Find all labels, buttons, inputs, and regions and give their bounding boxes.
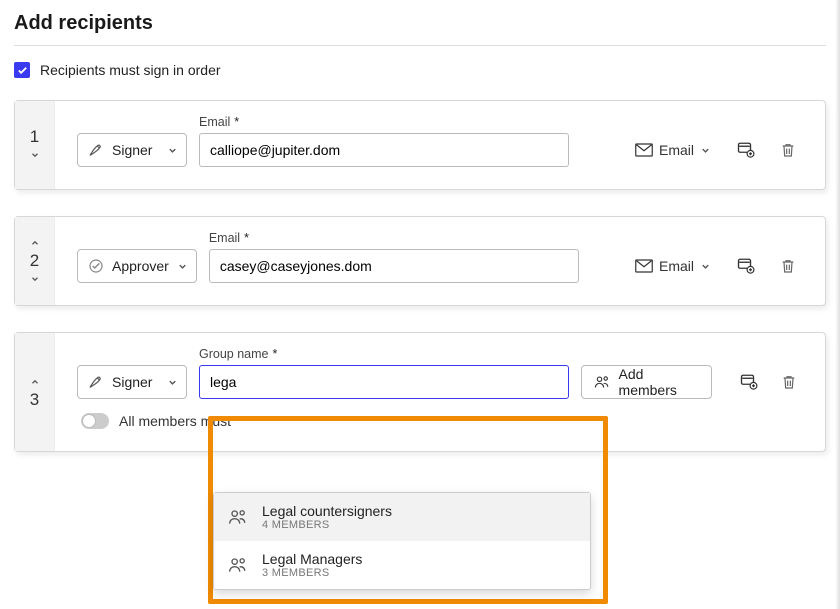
role-select[interactable]: Approver xyxy=(77,249,197,283)
all-members-label: All members must xyxy=(119,413,231,429)
group-icon xyxy=(228,508,248,526)
chevron-up-icon[interactable] xyxy=(30,377,40,387)
chevron-down-icon xyxy=(167,377,178,388)
order-handle[interactable]: 3 xyxy=(15,333,55,451)
group-icon xyxy=(228,556,248,574)
delete-button[interactable] xyxy=(773,249,803,283)
order-handle[interactable]: 2 xyxy=(15,217,55,305)
required-asterisk: * xyxy=(272,347,277,361)
check-icon xyxy=(17,65,28,76)
customize-icon xyxy=(737,141,755,159)
delivery-select[interactable]: Email xyxy=(627,249,719,283)
chevron-up-icon[interactable] xyxy=(30,238,40,248)
role-label: Approver xyxy=(112,258,169,274)
email-label: Email xyxy=(209,231,240,245)
chevron-down-icon xyxy=(700,145,711,156)
delete-button[interactable] xyxy=(773,133,803,167)
check-circle-icon xyxy=(88,258,104,274)
order-handle[interactable]: 1 xyxy=(15,101,55,189)
settings-button[interactable] xyxy=(731,133,761,167)
suggestion-meta: 3 MEMBERS xyxy=(262,567,362,579)
required-asterisk: * xyxy=(234,115,239,129)
mail-icon xyxy=(635,259,653,273)
role-select[interactable]: Signer xyxy=(77,133,187,167)
order-number: 3 xyxy=(30,390,39,410)
email-field[interactable] xyxy=(209,249,579,283)
group-name-field[interactable] xyxy=(199,365,569,399)
role-label: Signer xyxy=(112,374,152,390)
role-select[interactable]: Signer xyxy=(77,365,187,399)
recipient-row: 3 Signer Group name * xyxy=(14,332,826,452)
recipient-row: 2 Approver Email * xyxy=(14,216,826,306)
group-icon xyxy=(594,374,611,390)
delete-button[interactable] xyxy=(775,365,803,399)
all-members-toggle[interactable] xyxy=(81,413,109,429)
trash-icon xyxy=(780,257,796,275)
email-field[interactable] xyxy=(199,133,569,167)
sign-order-checkbox[interactable] xyxy=(14,62,30,78)
suggestion-name: Legal countersigners xyxy=(262,503,392,519)
chevron-down-icon xyxy=(177,261,188,272)
trash-icon xyxy=(780,141,796,159)
chevron-down-icon[interactable] xyxy=(30,150,40,160)
page-title: Add recipients xyxy=(14,12,826,35)
customize-icon xyxy=(740,373,758,391)
suggestion-item[interactable]: Legal countersigners 4 MEMBERS xyxy=(214,493,590,541)
delivery-select[interactable]: Email xyxy=(627,133,719,167)
settings-button[interactable] xyxy=(736,365,764,399)
add-members-button[interactable]: Add members xyxy=(581,365,712,399)
chevron-down-icon[interactable] xyxy=(30,274,40,284)
group-suggestions-dropdown: Legal countersigners 4 MEMBERS Legal Man… xyxy=(213,492,591,590)
suggestion-meta: 4 MEMBERS xyxy=(262,519,392,531)
trash-icon xyxy=(781,373,797,391)
order-number: 2 xyxy=(30,251,39,271)
add-members-label: Add members xyxy=(619,366,699,398)
customize-icon xyxy=(737,257,755,275)
suggestion-item[interactable]: Legal Managers 3 MEMBERS xyxy=(214,541,590,589)
group-name-label: Group name xyxy=(199,347,268,361)
chevron-down-icon xyxy=(700,261,711,272)
pen-icon xyxy=(88,374,104,390)
mail-icon xyxy=(635,143,653,157)
settings-button[interactable] xyxy=(731,249,761,283)
pen-icon xyxy=(88,142,104,158)
chevron-down-icon xyxy=(167,145,178,156)
suggestion-name: Legal Managers xyxy=(262,551,362,567)
delivery-label: Email xyxy=(659,142,694,158)
role-label: Signer xyxy=(112,142,152,158)
order-number: 1 xyxy=(30,127,39,147)
email-label: Email xyxy=(199,115,230,129)
divider xyxy=(14,45,826,46)
delivery-label: Email xyxy=(659,258,694,274)
recipient-row: 1 Signer Email * xyxy=(14,100,826,190)
sign-order-label: Recipients must sign in order xyxy=(40,62,221,78)
required-asterisk: * xyxy=(244,231,249,245)
